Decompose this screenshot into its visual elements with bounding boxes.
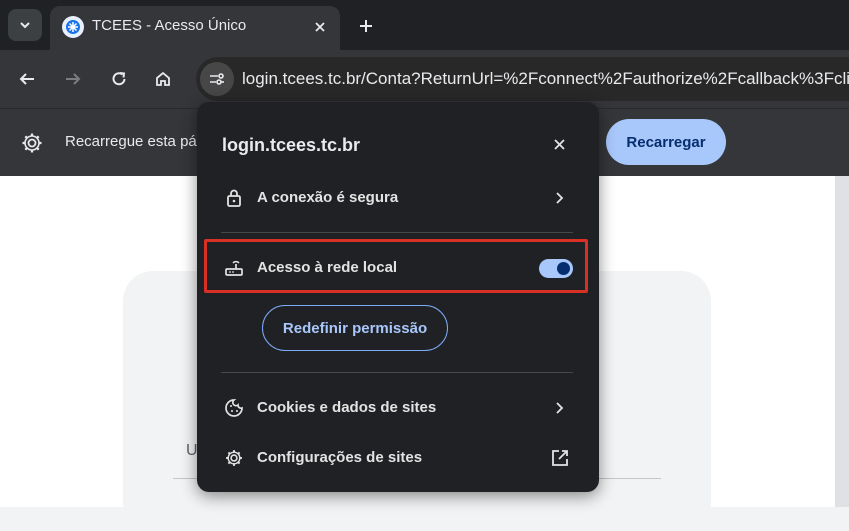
lock-icon [223,187,245,209]
close-icon [553,138,565,150]
back-arrow-icon [19,73,34,85]
cookie-icon [223,397,245,419]
external-link-icon [549,447,571,469]
tcees-favicon-icon [62,16,84,38]
gear-icon [223,447,245,469]
site-info-icon [210,73,224,85]
site-info-button[interactable] [200,62,234,96]
tab-tcees[interactable]: TCEES - Acesso Único [50,6,340,50]
home-icon [156,71,170,86]
username-field-label: U [186,442,198,459]
url-text: login.tcees.tc.br/Conta?ReturnUrl=%2Fcon… [242,69,849,88]
forward-arrow-icon [66,73,81,85]
new-tab-button[interactable] [350,10,382,42]
connection-row[interactable]: A conexão é segura [197,180,599,216]
site-settings-row[interactable]: Configurações de sites [197,440,599,476]
site-settings-label: Configurações de sites [257,449,423,466]
reset-permission-button[interactable]: Redefinir permissão [262,305,448,351]
infobar-message: Recarregue esta pá [65,133,197,150]
forward-button[interactable] [58,64,88,94]
highlight-annotation [204,239,588,293]
popup-divider [221,232,573,233]
chevron-right-icon [549,397,571,419]
page-scroll-gutter [835,176,849,507]
site-info-popup: login.tcees.tc.br A conexão é segura Ace… [197,102,599,492]
popup-domain: login.tcees.tc.br [222,135,361,155]
tab-close-button[interactable] [308,15,332,39]
tab-list-icon [20,22,30,29]
tab-title: TCEES - Acesso Único [92,17,247,34]
reload-button[interactable] [104,64,134,94]
reload-icon [112,72,126,86]
connection-label: A conexão é segura [257,189,399,206]
chevron-right-icon [549,187,571,209]
close-icon [315,22,325,32]
plus-icon [360,20,372,32]
tab-strip: TCEES - Acesso Único [0,0,849,50]
gear-icon [22,133,42,153]
toolbar: login.tcees.tc.br/Conta?ReturnUrl=%2Fcon… [0,50,849,108]
cookies-label: Cookies e dados de sites [257,399,437,416]
popup-divider [221,372,573,373]
cookies-row[interactable]: Cookies e dados de sites [197,390,599,426]
home-button[interactable] [148,64,178,94]
popup-close-button[interactable] [547,132,571,156]
tab-list-button[interactable] [8,9,42,41]
address-bar[interactable]: login.tcees.tc.br/Conta?ReturnUrl=%2Fcon… [196,57,849,101]
infobar-reload-button[interactable]: Recarregar [606,119,726,165]
back-button[interactable] [12,64,42,94]
